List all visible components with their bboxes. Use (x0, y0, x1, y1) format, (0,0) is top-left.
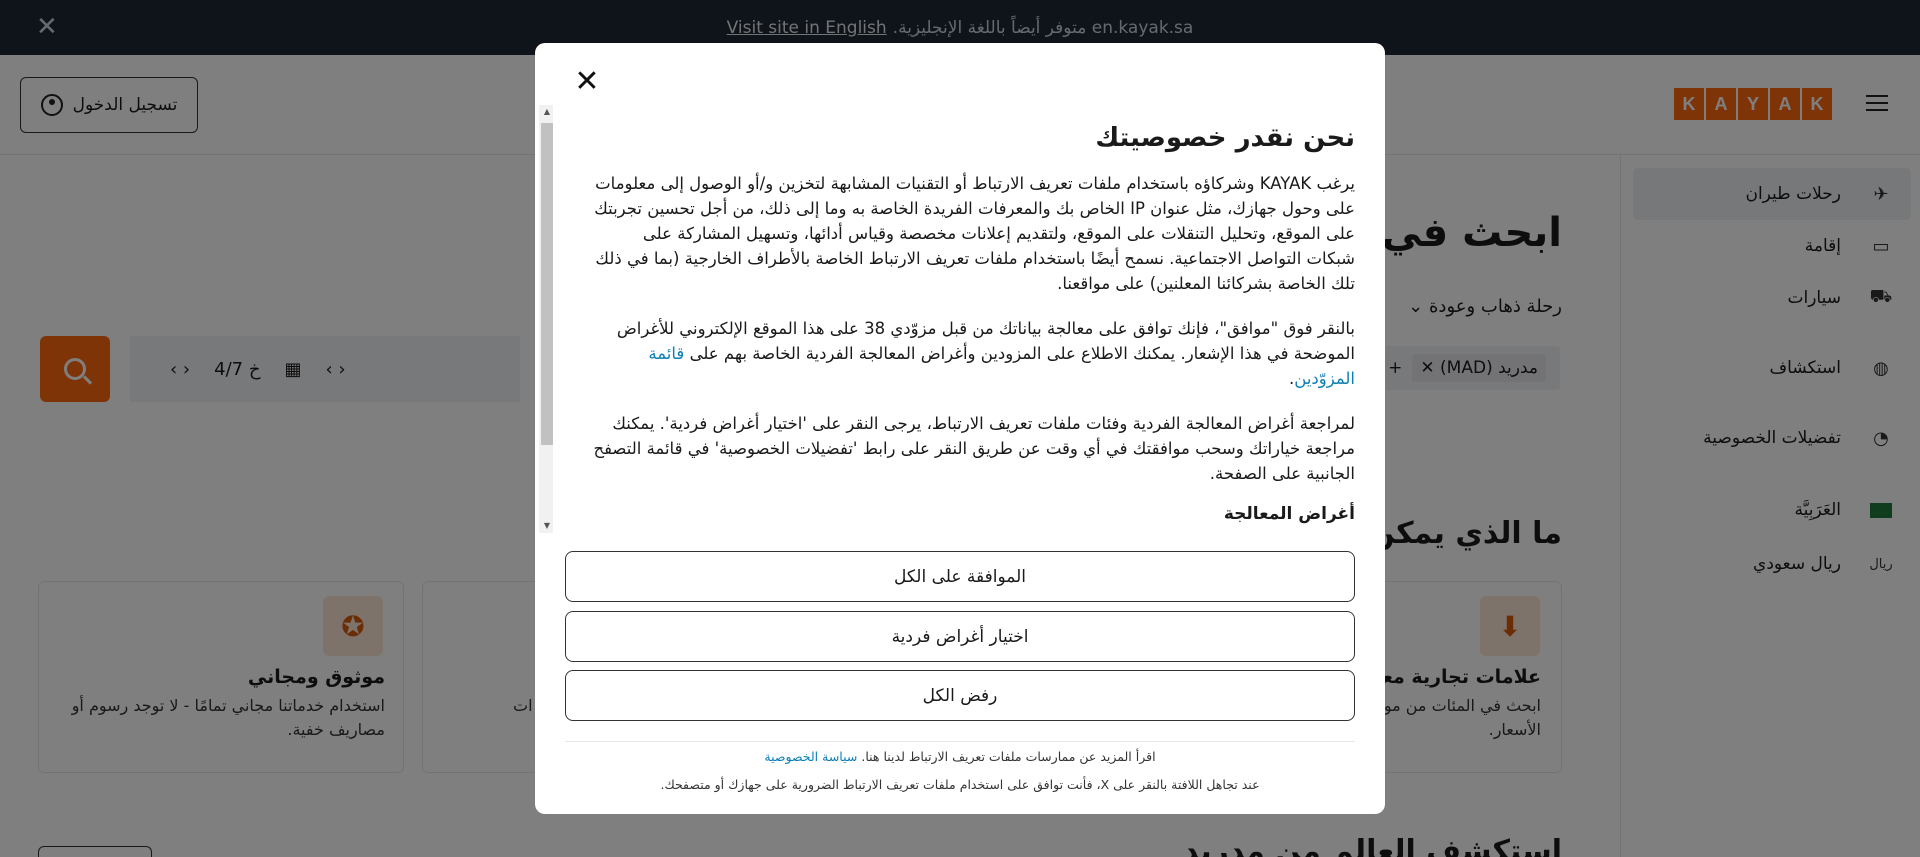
privacy-paragraph-text: بالنقر فوق "موافق"، فإنك توافق على معالج… (616, 319, 1355, 363)
scroll-down-arrow-icon[interactable]: ▼ (541, 521, 553, 531)
processing-purposes-heading: أغراض المعالجة (1223, 504, 1355, 524)
dialog-scrollbar[interactable]: ▲ ▼ (539, 105, 553, 533)
privacy-consent-dialog: ✕ ▲ ▼ نحن نقدر خصوصيتك يرغب KAYAK وشركاؤ… (535, 43, 1385, 814)
dialog-title: نحن نقدر خصوصيتك (1095, 123, 1355, 153)
dismiss-note: عند تجاهل اللافتة بالنقر على X، فأنت توا… (660, 777, 1260, 792)
scroll-thumb[interactable] (541, 123, 553, 445)
dialog-close-icon[interactable]: ✕ (569, 63, 605, 99)
dialog-body: نحن نقدر خصوصيتك يرغب KAYAK وشركاؤه باست… (593, 105, 1355, 533)
cookie-policy-text: اقرأ المزيد عن ممارسات ملفات تعريف الارت… (861, 749, 1156, 764)
divider (565, 741, 1355, 742)
accept-all-button[interactable]: الموافقة على الكل (565, 551, 1355, 602)
choose-purposes-button[interactable]: اختيار أغراض فردية (565, 611, 1355, 662)
privacy-paragraph: بالنقر فوق "موافق"، فإنك توافق على معالج… (616, 319, 1355, 388)
privacy-policy-link[interactable]: سياسة الخصوصية (764, 749, 857, 764)
privacy-paragraph: يرغب KAYAK وشركاؤه باستخدام ملفات تعريف … (594, 174, 1355, 293)
reject-all-button[interactable]: رفض الكل (565, 670, 1355, 721)
scroll-up-arrow-icon[interactable]: ▲ (541, 107, 553, 117)
privacy-paragraph: لمراجعة أغراض المعالجة الفردية وفئات ملف… (593, 414, 1355, 483)
cookie-policy-note: اقرأ المزيد عن ممارسات ملفات تعريف الارت… (565, 749, 1355, 764)
